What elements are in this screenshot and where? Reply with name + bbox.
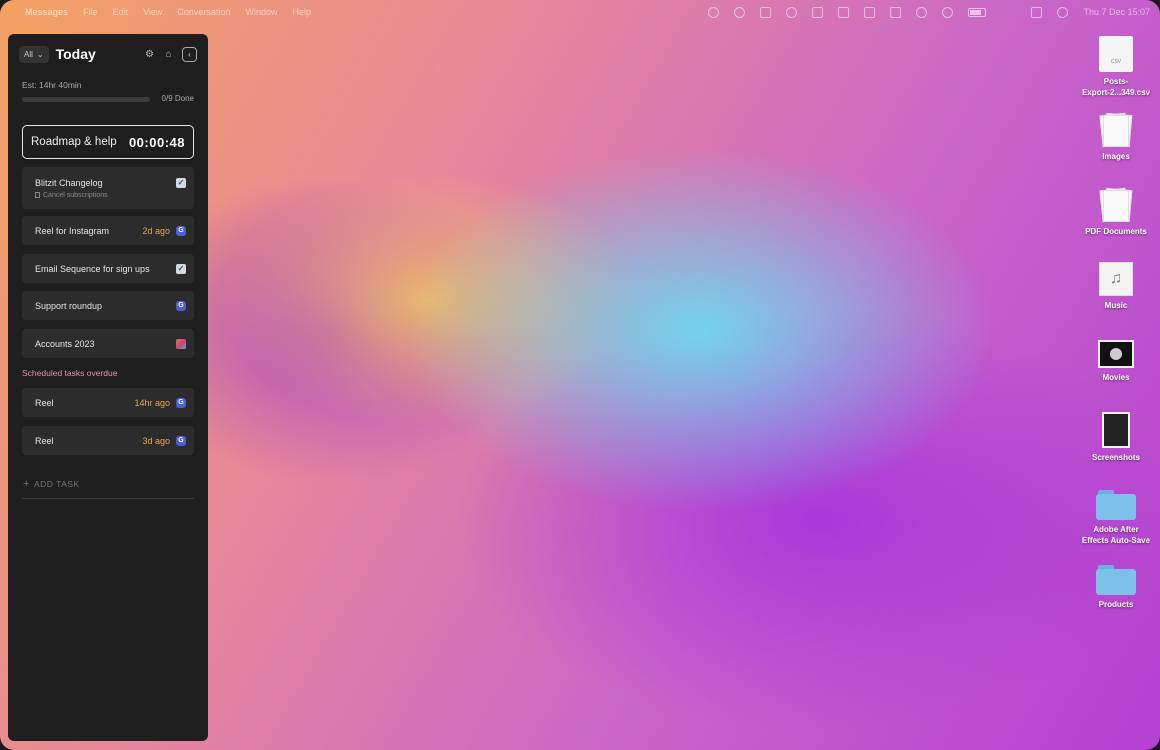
g-app-icon[interactable]: G (176, 225, 186, 236)
movie-stack-icon (1098, 340, 1134, 368)
plus-icon: + (23, 478, 30, 490)
current-task-timer[interactable]: Roadmap & help 00:00:48 (22, 125, 194, 159)
desktop-item-pdf[interactable]: PDF Documents (1076, 187, 1156, 238)
g-app-icon[interactable]: G (176, 300, 186, 311)
menu-bar: Messages File Edit View Conversation Win… (0, 0, 1160, 24)
sync-status-icon[interactable] (786, 6, 798, 18)
play-status-icon[interactable] (942, 6, 954, 18)
timer-time: 00:00:48 (128, 134, 185, 150)
check-icon[interactable]: ✓ (176, 177, 186, 188)
desktop-item-label: Music (1104, 301, 1128, 310)
desktop-item-label: PDF Documents (1085, 227, 1147, 236)
gear-icon[interactable]: ⚙ (144, 49, 155, 60)
desktop-item-movies[interactable]: Movies (1076, 337, 1156, 384)
notion-status-icon[interactable] (838, 6, 850, 18)
desktop-item-label: Images (1102, 152, 1130, 161)
time-estimate: Est: 14hr 40min (22, 80, 82, 90)
g-app-icon[interactable]: G (176, 435, 186, 446)
chevron-down-icon: ⌄ (36, 49, 44, 59)
desktop-item-ae-autosave[interactable]: Adobe After Effects Auto-Save (1076, 488, 1156, 546)
menu-app-name[interactable]: Messages (25, 7, 68, 17)
control-center-icon[interactable] (1031, 6, 1043, 18)
task-title: Reel (35, 435, 54, 446)
filter-select[interactable]: All ⌄ (19, 45, 49, 63)
collapse-button[interactable]: ‹ (182, 46, 197, 62)
display-status-icon[interactable] (812, 6, 824, 18)
desktop-item-products[interactable]: Products (1076, 563, 1156, 611)
stack-icon (1099, 187, 1133, 223)
photo-app-icon[interactable] (176, 338, 186, 349)
menu-file[interactable]: File (83, 7, 98, 17)
desktop-item-label: Screenshots (1091, 453, 1141, 462)
desktop-item-label: Adobe After (1093, 525, 1139, 534)
desktop-item-label: Posts- (1103, 77, 1129, 86)
music-stack-icon: ♫ (1099, 262, 1133, 296)
divider (22, 498, 194, 499)
globe-status-icon[interactable] (734, 6, 746, 18)
task-title: Email Sequence for sign ups (35, 263, 150, 274)
add-task-label: ADD TASK (33, 479, 80, 489)
task-item[interactable]: Reel 3d ago G (22, 426, 194, 455)
check-icon[interactable]: ✓ (176, 263, 186, 274)
task-item[interactable]: Blitzit Changelog ✓ Cancel subscriptions (22, 167, 194, 209)
task-item[interactable]: Support roundup G (22, 291, 194, 320)
desktop-screen: Messages File Edit View Conversation Win… (0, 0, 1160, 750)
desktop-item-csv[interactable]: CSV Posts- Export-2...349.csv (1076, 36, 1156, 98)
panel-header: All ⌄ Today ⚙ ⌂ ‹ (19, 45, 197, 63)
folder-icon (1096, 563, 1136, 595)
menu-conversation[interactable]: Conversation (177, 7, 230, 17)
progress-label: 0/9 Done (161, 94, 194, 103)
capcut-status-icon[interactable] (864, 6, 876, 18)
desktop-item-label: Movies (1102, 373, 1130, 382)
folder-icon (1096, 488, 1136, 520)
task-title: Support roundup (35, 300, 103, 311)
desktop-item-music[interactable]: ♫ Music (1076, 262, 1156, 312)
overdue-section-label: Scheduled tasks overdue (22, 368, 118, 378)
task-note: Cancel subscriptions (43, 191, 108, 199)
desktop-item-screenshots[interactable]: Screenshots (1076, 412, 1156, 464)
desktop-item-label: Effects Auto-Save (1081, 535, 1151, 545)
g-app-icon[interactable]: G (176, 397, 186, 408)
desktop-item-label: Products (1098, 600, 1134, 609)
csv-thumb-text: CSV (1110, 58, 1122, 65)
menu-view[interactable]: View (143, 7, 162, 17)
task-panel: All ⌄ Today ⚙ ⌂ ‹ Est: 14hr 40min 0/9 Do… (8, 34, 208, 741)
menu-datetime[interactable]: Thu 7 Dec 15:07 (1083, 7, 1150, 17)
task-age: 3d ago (142, 435, 170, 446)
task-age: 2d ago (142, 225, 170, 236)
task-title: Reel (35, 397, 54, 408)
desktop-item-label: Export-2...349.csv (1081, 87, 1151, 97)
battery-icon[interactable] (968, 7, 987, 17)
gear-status-icon[interactable] (708, 6, 720, 18)
filter-value: All (24, 49, 33, 59)
task-item[interactable]: Accounts 2023 (22, 329, 194, 358)
desktop-item-images[interactable]: Images (1076, 112, 1156, 163)
task-title: Accounts 2023 (35, 338, 95, 349)
task-item[interactable]: Reel 14hr ago G (22, 388, 194, 417)
record-status-icon[interactable] (916, 6, 928, 18)
chevron-left-icon: ‹ (188, 49, 191, 59)
task-item[interactable]: Reel for Instagram 2d ago G (22, 216, 194, 245)
page-title: Today (55, 46, 96, 62)
menu-help[interactable]: Help (292, 7, 311, 17)
task-age: 14hr ago (134, 397, 170, 408)
task-item[interactable]: Email Sequence for sign ups ✓ (22, 254, 194, 283)
app-status-icon[interactable] (760, 6, 772, 18)
task-title: Blitzit Changelog (35, 177, 103, 188)
menu-window[interactable]: Window (245, 7, 277, 17)
stack-icon (1099, 112, 1133, 148)
siri-icon[interactable] (1057, 6, 1069, 18)
timer-task-label: Roadmap & help (31, 136, 117, 148)
menu-edit[interactable]: Edit (113, 7, 129, 17)
screenshot-stack-icon (1102, 412, 1130, 448)
add-task-button[interactable]: + ADD TASK (23, 478, 80, 490)
home-icon[interactable]: ⌂ (163, 49, 174, 60)
task-title: Reel for Instagram (35, 225, 110, 236)
document-icon (35, 192, 40, 198)
csv-file-icon: CSV (1099, 36, 1133, 72)
progress-bar (22, 97, 150, 102)
screenshot-status-icon[interactable] (890, 6, 902, 18)
